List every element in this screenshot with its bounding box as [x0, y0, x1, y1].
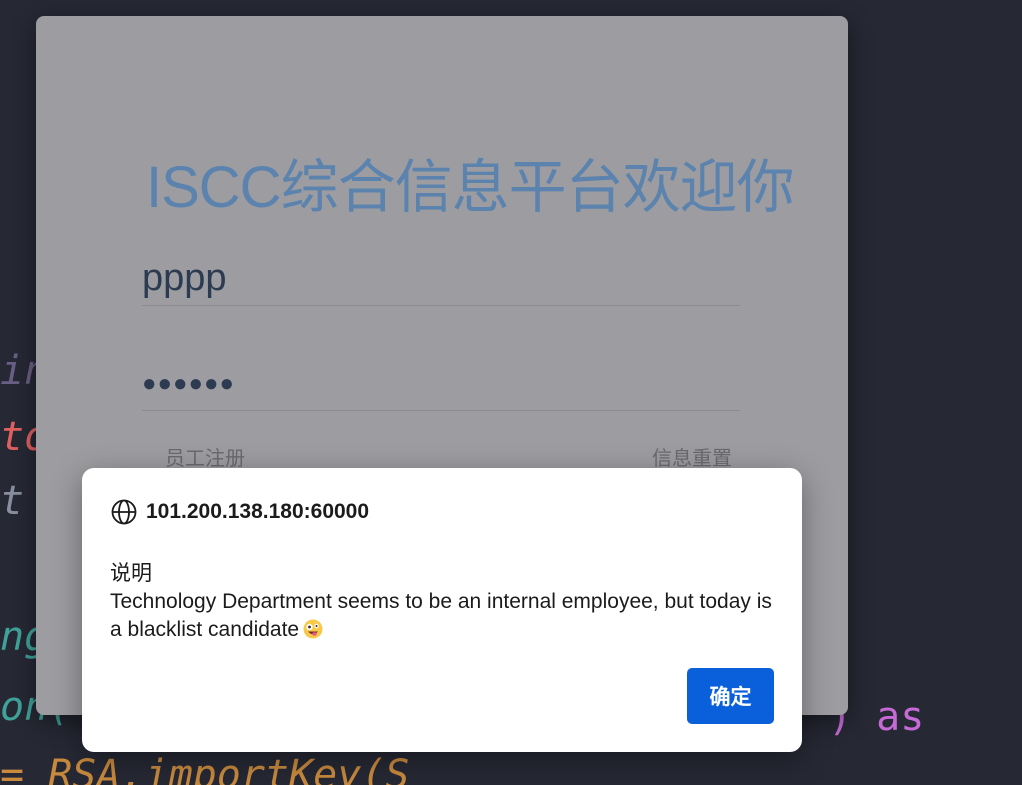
register-link[interactable]: 员工注册	[165, 442, 245, 471]
zany-face-icon	[303, 619, 323, 639]
code-line: = RSA.importKey(S	[0, 752, 410, 785]
confirm-button[interactable]: 确定	[687, 668, 774, 724]
dialog-heading: 说明	[110, 562, 152, 585]
globe-icon	[110, 498, 138, 526]
password-field[interactable]: ●●●●●●	[142, 358, 740, 411]
dialog-origin: 101.200.138.180:60000	[146, 500, 370, 523]
dialog-header: 101.200.138.180:60000	[110, 498, 369, 526]
page-title: ISCC综合信息平台欢迎你	[146, 155, 795, 220]
username-field[interactable]: pppp	[142, 252, 740, 306]
code-line: t	[0, 478, 25, 524]
dialog-message: Technology Department seems to be an int…	[110, 590, 772, 641]
alert-dialog: 101.200.138.180:60000 说明 Technology Depa…	[82, 468, 802, 752]
dialog-message-block: Technology Department seems to be an int…	[110, 588, 780, 644]
dialog-body: 说明 Technology Department seems to be an …	[110, 560, 780, 644]
reset-link[interactable]: 信息重置	[652, 442, 732, 471]
